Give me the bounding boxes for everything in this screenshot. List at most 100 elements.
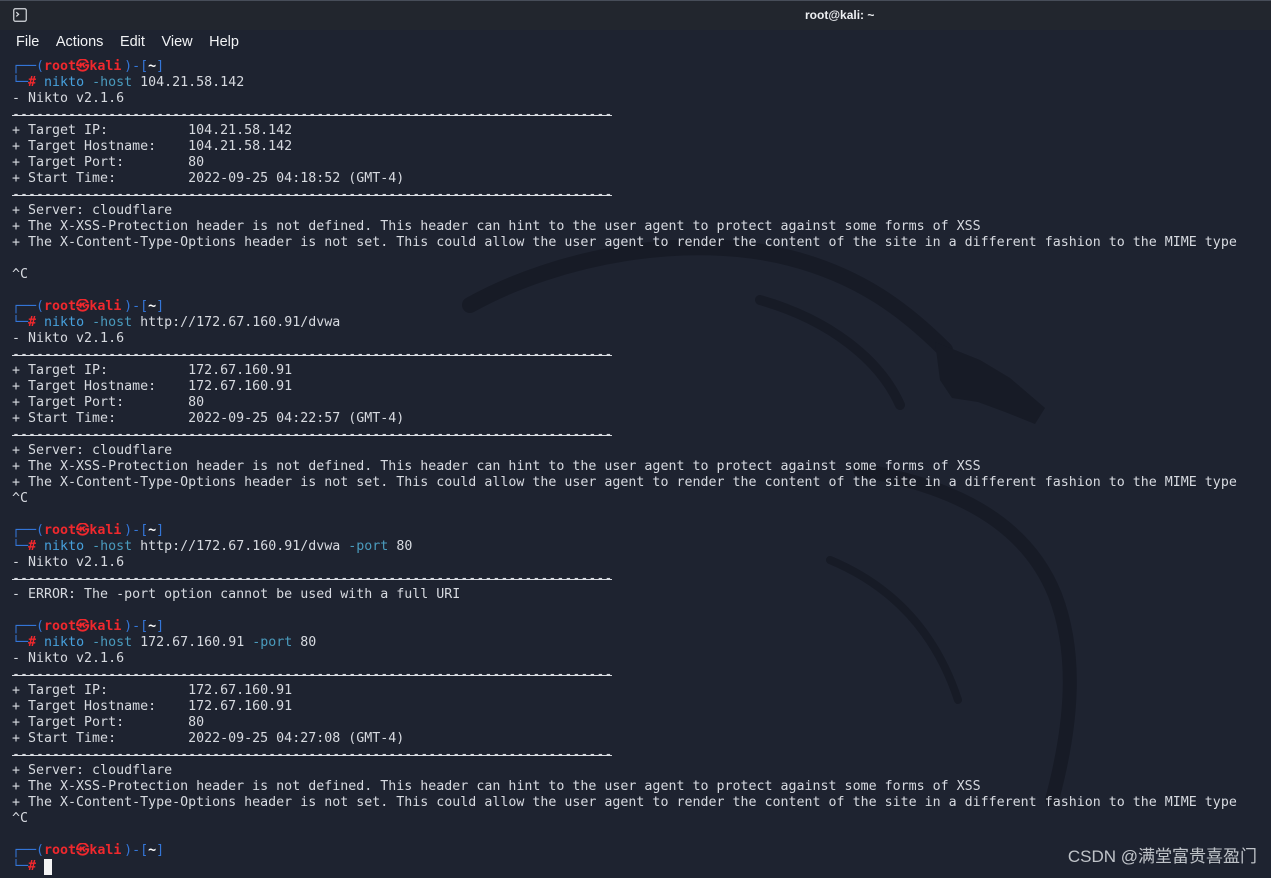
output-text: 172.67.160.91 — [132, 635, 253, 650]
prompt-directory: ~ — [148, 619, 157, 634]
command-option: -host — [92, 75, 133, 90]
csdn-watermark: CSDN @满堂富贵喜盈门 — [1067, 847, 1257, 866]
terminal-line: + Target Hostname: 104.21.58.142 — [0, 139, 1271, 155]
terminal-line: + The X-Content-Type-Options header is n… — [0, 235, 1271, 251]
terminal-line: + The X-XSS-Protection header is not def… — [0, 219, 1271, 235]
terminal-line: ^C — [0, 491, 1271, 507]
terminal-line: + Server: cloudflare — [0, 443, 1271, 459]
terminal-line: ----------------------------------------… — [0, 571, 1271, 587]
separator-line: ----------------------------------------… — [12, 667, 613, 683]
terminal-line: + Target Port: 80 — [0, 395, 1271, 411]
output-text: http://172.67.160.91/dvwa — [132, 539, 349, 554]
window-border — [0, 0, 1271, 1]
menu-help[interactable]: Help — [209, 30, 239, 54]
text-cursor — [44, 859, 53, 875]
prompt-directory: ~ — [148, 59, 157, 74]
output-text: + The X-Content-Type-Options header is n… — [12, 795, 1237, 810]
output-text: + Target Port: 80 — [12, 395, 205, 410]
terminal-line: - Nikto v2.1.6 — [0, 331, 1271, 347]
prompt-frame: )-[ — [124, 299, 149, 314]
prompt-frame: ] — [156, 843, 165, 858]
prompt-root-symbol: # — [28, 539, 37, 554]
terminal-line: ^C — [0, 811, 1271, 827]
output-text: + Target Hostname: 172.67.160.91 — [12, 699, 293, 714]
terminal-line: + Start Time: 2022-09-25 04:18:52 (GMT-4… — [0, 171, 1271, 187]
menu-actions[interactable]: Actions — [56, 30, 104, 54]
prompt-frame: )-[ — [124, 843, 149, 858]
terminal-line: ^C — [0, 267, 1271, 283]
terminal-line: + Target IP: 172.67.160.91 — [0, 363, 1271, 379]
command-option: -host — [92, 315, 133, 330]
prompt-root-symbol: # — [28, 859, 37, 874]
separator-line: ----------------------------------------… — [12, 187, 613, 203]
output-text: - Nikto v2.1.6 — [12, 651, 125, 666]
output-text: - Nikto v2.1.6 — [12, 331, 125, 346]
prompt-user-host: root㉿kali — [44, 843, 122, 858]
terminal-line: + The X-Content-Type-Options header is n… — [0, 795, 1271, 811]
output-text: + The X-XSS-Protection header is not def… — [12, 219, 981, 234]
prompt-directory: ~ — [148, 843, 157, 858]
separator-line: ----------------------------------------… — [12, 747, 613, 763]
output-text: 104.21.58.142 — [132, 75, 245, 90]
output-text: ^C — [12, 811, 29, 826]
prompt-frame: └─ — [12, 859, 29, 874]
terminal-line: + Target Hostname: 172.67.160.91 — [0, 379, 1271, 395]
prompt-frame: ┌──( — [12, 299, 45, 314]
terminal-line: ----------------------------------------… — [0, 347, 1271, 363]
output-text: 80 — [292, 635, 317, 650]
terminal-line: - Nikto v2.1.6 — [0, 651, 1271, 667]
output-text: + Target IP: 172.67.160.91 — [12, 363, 293, 378]
command-name: nikto — [44, 75, 85, 90]
terminal-line: └─# nikto -host http://172.67.160.91/dvw… — [0, 539, 1271, 555]
terminal-line: ----------------------------------------… — [0, 747, 1271, 763]
prompt-frame: ┌──( — [12, 619, 45, 634]
command-name: nikto — [44, 539, 85, 554]
menu-file[interactable]: File — [16, 30, 39, 54]
terminal-line: ┌──(root㉿kali)-[~] — [0, 299, 1271, 315]
prompt-frame: ] — [156, 619, 165, 634]
prompt-frame: └─ — [12, 539, 29, 554]
terminal-line: + Target IP: 104.21.58.142 — [0, 123, 1271, 139]
output-text: ^C — [12, 267, 29, 282]
separator-line: ----------------------------------------… — [12, 107, 613, 123]
prompt-directory: ~ — [148, 523, 157, 538]
output-text: + Start Time: 2022-09-25 04:22:57 (GMT-4… — [12, 411, 405, 426]
terminal-line: - ERROR: The -port option cannot be used… — [0, 587, 1271, 603]
terminal-line: ----------------------------------------… — [0, 667, 1271, 683]
prompt-frame: └─ — [12, 635, 29, 650]
output-text: + Server: cloudflare — [12, 763, 173, 778]
command-name: nikto — [44, 635, 85, 650]
output-text: + Target Port: 80 — [12, 715, 205, 730]
command-name: nikto — [44, 315, 85, 330]
separator-line: ----------------------------------------… — [12, 347, 613, 363]
prompt-root-symbol: # — [28, 635, 37, 650]
prompt-root-symbol: # — [28, 75, 37, 90]
prompt-user-host: root㉿kali — [44, 619, 122, 634]
terminal-line: + Server: cloudflare — [0, 763, 1271, 779]
output-text: + Start Time: 2022-09-25 04:18:52 (GMT-4… — [12, 171, 405, 186]
terminal-icon[interactable] — [13, 8, 27, 22]
terminal-line: - Nikto v2.1.6 — [0, 555, 1271, 571]
terminal-line: + Start Time: 2022-09-25 04:27:08 (GMT-4… — [0, 731, 1271, 747]
window-title: root@kali: ~ — [805, 8, 875, 22]
output-text: - Nikto v2.1.6 — [12, 555, 125, 570]
terminal-line: ----------------------------------------… — [0, 107, 1271, 123]
output-text: http://172.67.160.91/dvwa — [132, 315, 341, 330]
command-option: -port — [252, 635, 293, 650]
menu-view[interactable]: View — [161, 30, 192, 54]
terminal-line: ┌──(root㉿kali)-[~] — [0, 619, 1271, 635]
terminal-line: + Target Port: 80 — [0, 155, 1271, 171]
menu-edit[interactable]: Edit — [120, 30, 145, 54]
output-text: + The X-XSS-Protection header is not def… — [12, 459, 981, 474]
terminal-line: + Start Time: 2022-09-25 04:22:57 (GMT-4… — [0, 411, 1271, 427]
terminal-output[interactable]: ┌──(root㉿kali)-[~] └─# nikto -host 104.21… — [0, 59, 1271, 875]
